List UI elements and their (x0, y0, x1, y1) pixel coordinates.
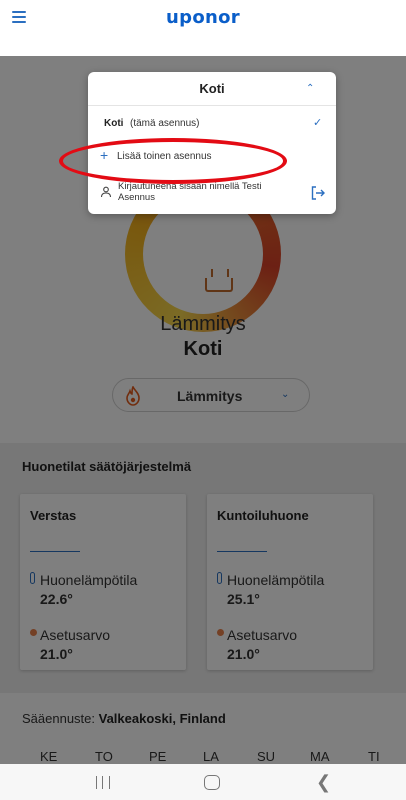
logged-in-text: Kirjautuneena sisään nimellä Testi Asenn… (118, 181, 262, 203)
logged-in-item: Kirjautuneena sisään nimellä Testi Asenn… (88, 178, 336, 210)
installation-name: Koti (104, 118, 124, 129)
app-header: uponor (0, 0, 406, 56)
recent-apps-icon[interactable] (96, 776, 110, 789)
installation-note: (tämä asennus) (130, 118, 200, 129)
dropdown-header[interactable]: Koti ⌃ (88, 72, 336, 106)
back-icon[interactable]: ❮ (316, 772, 331, 793)
logout-icon[interactable] (310, 185, 326, 201)
annotation-highlight-ellipse (59, 138, 287, 184)
installation-item-current[interactable]: Koti (tämä asennus) ✓ (88, 114, 336, 138)
brand-logo: uponor (166, 7, 240, 28)
dropdown-title: Koti (199, 81, 225, 96)
home-icon[interactable] (204, 775, 220, 790)
checkmark-icon: ✓ (313, 117, 323, 129)
chevron-up-icon: ⌃ (306, 83, 315, 94)
system-nav-bar: ❮ (0, 764, 406, 800)
person-icon (100, 186, 112, 198)
